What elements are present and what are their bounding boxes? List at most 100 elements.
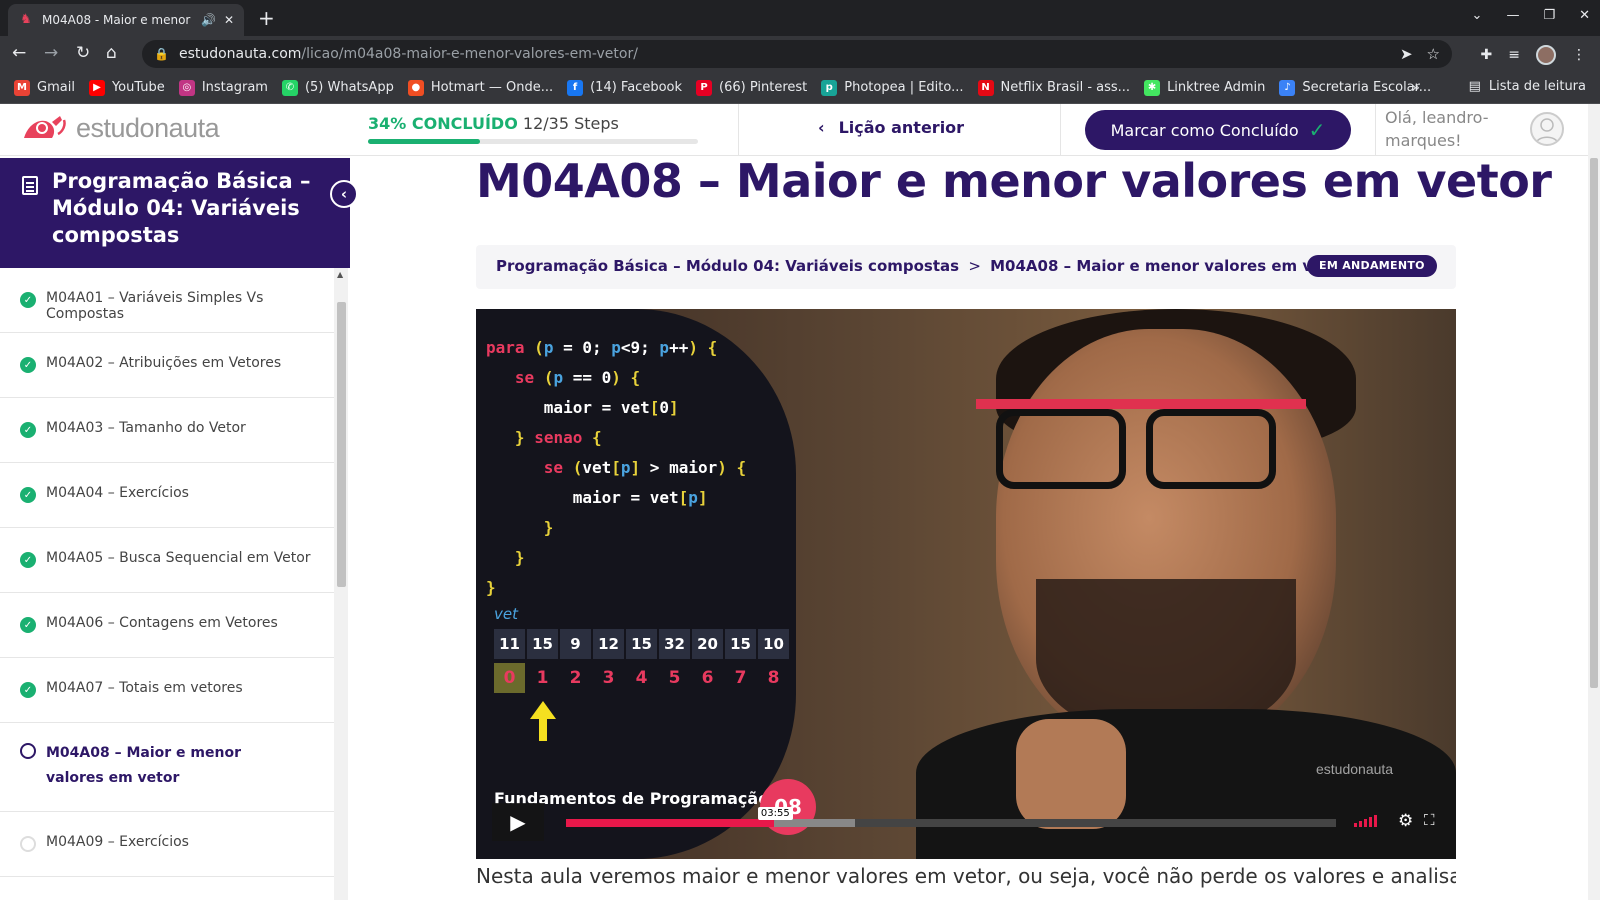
bookmark-item[interactable]: M Gmail xyxy=(14,79,75,96)
reload-icon[interactable]: ↻ xyxy=(76,43,90,63)
address-bar[interactable]: 🔒 estudonauta.com/licao/m04a08-maior-e-m… xyxy=(142,40,1452,68)
sidebar-scroll-thumb[interactable] xyxy=(337,302,346,587)
browser-tab[interactable]: ♞ M04A08 - Maior e menor v 🔊 ✕ xyxy=(8,4,244,36)
minimize-button[interactable]: — xyxy=(1506,8,1519,23)
reading-list-icon: ▤ xyxy=(1468,79,1481,94)
forward-arrow-icon[interactable]: → xyxy=(44,43,58,63)
extensions-icon[interactable]: ✚ xyxy=(1481,47,1493,63)
previous-lesson-link[interactable]: ‹ Lição anterior xyxy=(818,118,964,137)
array-cell: 11 xyxy=(494,629,525,659)
lesson-label: M04A03 – Tamanho do Vetor xyxy=(46,420,246,436)
array-index: 8 xyxy=(767,668,780,688)
bookmark-favicon-icon: ◎ xyxy=(178,79,195,96)
code-line: se (vet[p] > maior) { xyxy=(543,458,747,477)
check-circle-icon: ✓ xyxy=(20,357,36,373)
sidebar-collapse-button[interactable]: ‹ xyxy=(330,180,358,208)
array-label: vet xyxy=(494,605,518,623)
lesson-item[interactable]: ✓ M04A02 – Atribuições em Vetores xyxy=(0,333,334,398)
user-greeting: Olá, leandro-marques! xyxy=(1385,108,1489,150)
bookmark-item[interactable]: N Netflix Brasil - ass... xyxy=(977,79,1131,96)
array-index: 6 xyxy=(701,668,714,688)
presenter-glasses xyxy=(976,399,1306,489)
media-control-icon[interactable]: ≡ xyxy=(1508,47,1520,63)
code-line: } xyxy=(486,578,496,597)
reading-list-button[interactable]: ▤ Lista de leitura xyxy=(1469,79,1586,94)
bookmark-label: Hotmart — Onde... xyxy=(430,80,554,95)
user-avatar[interactable] xyxy=(1530,112,1564,146)
bookmark-favicon-icon: ✱ xyxy=(1144,79,1161,96)
bookmarks-overflow-icon[interactable]: » xyxy=(1411,80,1420,96)
new-tab-button[interactable]: + xyxy=(258,6,275,30)
volume-icon[interactable] xyxy=(1354,815,1377,827)
page-title: M04A08 – Maior e menor valores em vetor xyxy=(476,154,1552,208)
url-path: /licao/m04a08-maior-e-menor-valores-em-v… xyxy=(301,46,638,62)
lesson-item[interactable]: ✓ M04A04 – Exercícios xyxy=(0,463,334,528)
lesson-item[interactable]: ✓ M04A07 – Totais em vetores xyxy=(0,658,334,723)
bookmark-item[interactable]: ✱ Linktree Admin xyxy=(1144,79,1265,96)
empty-circle-icon xyxy=(20,743,36,759)
check-circle-icon: ✓ xyxy=(20,487,36,503)
site-logo[interactable]: estudonauta xyxy=(18,112,220,144)
lesson-item[interactable]: ✓ M04A01 – Variáveis Simples Vs Compostas xyxy=(0,268,334,333)
tab-search-icon[interactable]: ⌄ xyxy=(1472,8,1483,23)
lesson-label: M04A01 – Variáveis Simples Vs Compostas xyxy=(46,290,264,322)
array-cell: 9 xyxy=(560,629,591,659)
lesson-item[interactable]: M04A09 – Exercícios xyxy=(0,812,334,877)
video-timeline[interactable]: 03:55 xyxy=(566,807,1336,827)
bookmark-item[interactable]: ♪ Secretaria Escolar... xyxy=(1279,79,1431,96)
pseudocode-block: para (p = 0; p<9; p++) { se (p == 0) { m… xyxy=(486,333,746,603)
window-controls: ⌄ — ❐ ✕ xyxy=(1472,8,1590,23)
bookmark-item[interactable]: ● Hotmart — Onde... xyxy=(407,79,554,96)
settings-gear-icon[interactable]: ⚙ xyxy=(1398,811,1413,831)
fullscreen-icon[interactable]: ⛶ xyxy=(1424,811,1435,829)
check-circle-icon: ✓ xyxy=(20,682,36,698)
lesson-item[interactable]: ✓ M04A03 – Tamanho do Vetor xyxy=(0,398,334,463)
code-line: maior = vet[0] xyxy=(486,398,679,417)
send-icon[interactable]: ➤ xyxy=(1400,45,1413,63)
video-controls: ▶ 03:55 ⚙ ⛶ xyxy=(476,799,1456,859)
bookmark-favicon-icon: M xyxy=(14,79,30,96)
profile-avatar[interactable] xyxy=(1536,45,1556,65)
page-scroll-thumb[interactable] xyxy=(1590,158,1598,688)
bookmark-item[interactable]: f (14) Facebook xyxy=(567,79,683,96)
breadcrumb-lesson-link[interactable]: M04A08 – Maior e menor valores em vetor xyxy=(990,257,1347,275)
bookmark-item[interactable]: ▶ YouTube xyxy=(88,79,165,96)
sidebar-scrollbar[interactable]: ▲ xyxy=(334,268,348,900)
back-arrow-icon[interactable]: ← xyxy=(12,43,26,63)
video-player[interactable]: para (p = 0; p<9; p++) { se (p == 0) { m… xyxy=(476,309,1456,859)
breadcrumb-course-link[interactable]: Programação Básica – Módulo 04: Variávei… xyxy=(496,257,959,275)
code-line: } senao { xyxy=(514,428,602,447)
bookmark-label: Netflix Brasil - ass... xyxy=(1000,80,1131,95)
breadcrumb-separator: > xyxy=(968,257,981,275)
lesson-item[interactable]: ✓ M04A05 – Busca Sequencial em Vetor xyxy=(0,528,334,593)
bookmark-item[interactable]: ◎ Instagram xyxy=(178,79,268,96)
site-favicon-icon: ♞ xyxy=(20,12,32,27)
bookmark-star-icon[interactable]: ☆ xyxy=(1427,45,1440,63)
tab-close-icon[interactable]: ✕ xyxy=(224,13,234,27)
lesson-item[interactable]: M04A08 – Maior e menor valores em vetor xyxy=(0,723,334,812)
restore-button[interactable]: ❐ xyxy=(1543,8,1555,23)
course-sidebar-header: Programação Básica – Módulo 04: Variávei… xyxy=(0,158,350,268)
code-overlay: para (p = 0; p<9; p++) { se (p == 0) { m… xyxy=(476,309,796,859)
bookmark-favicon-icon: p xyxy=(821,79,838,96)
bookmark-label: (14) Facebook xyxy=(590,80,683,95)
bookmark-favicon-icon: ♪ xyxy=(1279,79,1296,96)
bookmark-item[interactable]: ✆ (5) WhatsApp xyxy=(281,79,394,96)
course-title[interactable]: Programação Básica – Módulo 04: Variávei… xyxy=(52,168,322,249)
play-button[interactable]: ▶ xyxy=(492,803,544,841)
page-scrollbar[interactable] xyxy=(1588,104,1600,900)
home-icon[interactable]: ⌂ xyxy=(106,43,117,63)
browser-menu-icon[interactable]: ⋮ xyxy=(1572,47,1586,63)
tab-audio-icon[interactable]: 🔊 xyxy=(201,13,216,27)
array-index: 4 xyxy=(635,668,648,688)
status-badge: EM ANDAMENTO xyxy=(1307,255,1437,277)
bookmark-item[interactable]: p Photopea | Edito... xyxy=(821,79,964,96)
close-window-button[interactable]: ✕ xyxy=(1579,8,1590,23)
lock-icon[interactable]: 🔒 xyxy=(154,47,169,61)
video-watermark: estudonauta xyxy=(1316,761,1394,777)
lesson-item[interactable]: ✓ M04A06 – Contagens em Vetores xyxy=(0,593,334,658)
play-icon: ▶ xyxy=(510,810,526,834)
bookmark-item[interactable]: P (66) Pinterest xyxy=(696,79,807,96)
mark-complete-button[interactable]: Marcar como Concluído ✓ xyxy=(1085,110,1351,150)
scroll-up-arrow-icon[interactable]: ▲ xyxy=(337,270,343,279)
